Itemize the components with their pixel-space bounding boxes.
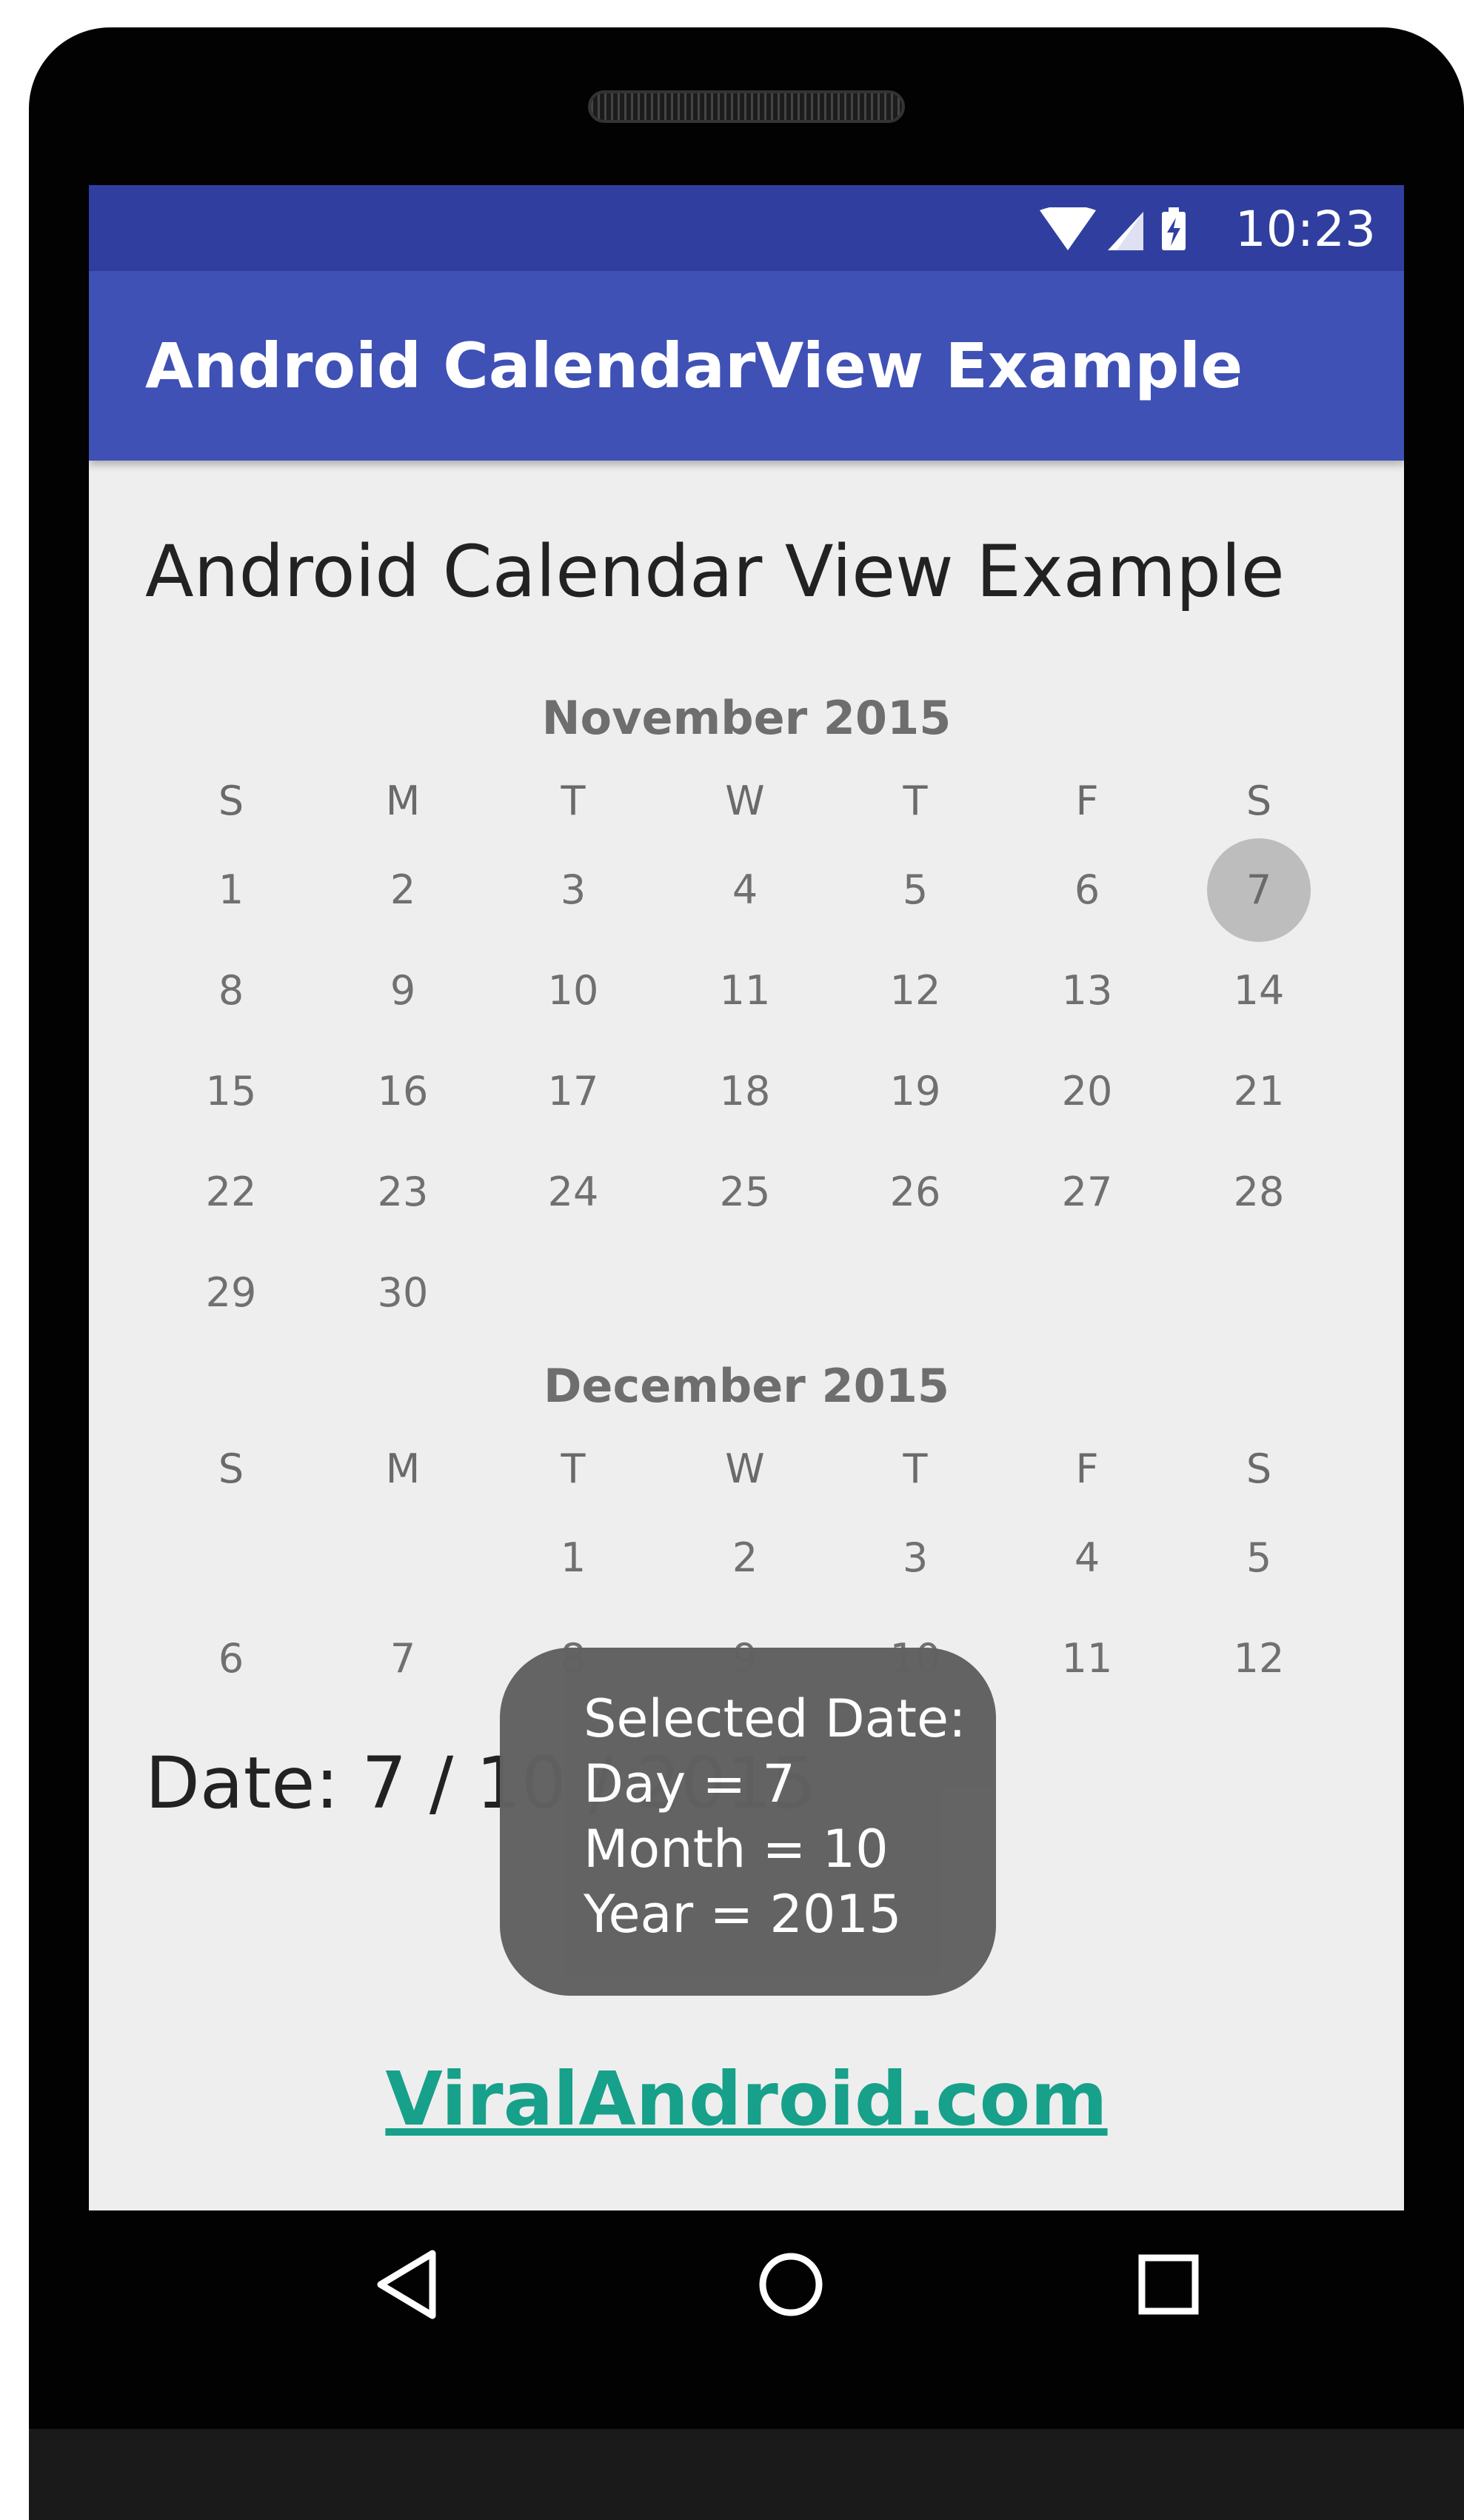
app-screen: 10:23 Android CalendarView Example Andro… [89,185,1404,2210]
weekday-label: T [561,778,586,824]
toast-line: Year = 2015 [584,1884,902,1945]
day-cell[interactable]: 19 [863,1040,967,1143]
day-cell[interactable]: 16 [351,1040,455,1143]
wifi-icon [1040,207,1096,250]
day-cell[interactable]: 3 [521,838,625,942]
day-cell[interactable]: 13 [1035,939,1139,1043]
day-cell[interactable]: 12 [1207,1607,1311,1711]
day-cell[interactable]: 10 [521,939,625,1043]
weekday-label: S [1246,778,1272,824]
day-cell[interactable]: 4 [1035,1506,1139,1610]
back-icon[interactable] [364,2240,453,2329]
day-cell[interactable]: 6 [179,1607,283,1711]
day-cell[interactable]: 2 [351,838,455,942]
day-cell[interactable]: 30 [351,1241,455,1345]
day-cell[interactable]: 29 [179,1241,283,1345]
weekday-label: W [725,778,765,824]
day-cell[interactable]: 20 [1035,1040,1139,1143]
day-cell[interactable]: 9 [351,939,455,1043]
day-cell[interactable]: 17 [521,1040,625,1143]
day-cell[interactable]: 8 [179,939,283,1043]
month-title: December 2015 [543,1359,950,1413]
weekday-label: T [903,1446,928,1492]
app-title: Android CalendarView Example [145,330,1243,402]
toast-line: Selected Date: [584,1688,966,1749]
weekday-label: T [903,778,928,824]
day-cell[interactable]: 3 [863,1506,967,1610]
recents-icon[interactable] [1124,2240,1213,2329]
day-cell[interactable]: 18 [693,1040,797,1143]
day-cell[interactable]: 5 [863,838,967,942]
weekday-label: T [561,1446,586,1492]
weekday-label: S [1246,1446,1272,1492]
weekday-label: M [385,778,421,824]
earpiece-speaker [588,90,905,123]
navigation-bar [89,2210,1404,2373]
toast-line: Day = 7 [584,1754,795,1814]
home-icon[interactable] [746,2240,835,2329]
app-bar: Android CalendarView Example [89,271,1404,461]
day-cell[interactable]: 21 [1207,1040,1311,1143]
day-cell[interactable]: 12 [863,939,967,1043]
day-cell[interactable]: 11 [1035,1607,1139,1711]
day-cell[interactable]: 28 [1207,1140,1311,1244]
weekday-label: M [385,1446,421,1492]
toast-popup: Selected Date: Day = 7 Month = 10 Year =… [500,1648,996,1996]
day-cell[interactable]: 2 [693,1506,797,1610]
day-cell[interactable]: 24 [521,1140,625,1244]
weekday-label: S [218,1446,244,1492]
phone-chin [29,2429,1464,2520]
toast-line: Month = 10 [584,1819,889,1879]
weekday-label: W [725,1446,765,1492]
weekday-label: F [1075,1446,1099,1492]
day-cell[interactable]: 15 [179,1040,283,1143]
day-cell[interactable]: 1 [179,838,283,942]
day-cell[interactable]: 25 [693,1140,797,1244]
page-heading: Android Calendar View Example [145,530,1285,613]
day-cell[interactable]: 27 [1035,1140,1139,1244]
day-cell[interactable]: 11 [693,939,797,1043]
day-cell[interactable]: 7 [351,1607,455,1711]
selected-day-cell[interactable]: 7 [1207,838,1311,942]
status-icons [1040,207,1186,250]
status-bar: 10:23 [89,185,1404,271]
weekday-label: F [1075,778,1099,824]
website-link[interactable]: ViralAndroid.com [89,2051,1404,2148]
day-cell[interactable]: 4 [693,838,797,942]
day-cell[interactable]: 5 [1207,1506,1311,1610]
month-title: November 2015 [541,691,952,745]
day-cell[interactable]: 26 [863,1140,967,1244]
day-cell[interactable]: 1 [521,1506,625,1610]
day-cell[interactable]: 6 [1035,838,1139,942]
day-cell[interactable]: 23 [351,1140,455,1244]
weekday-label: S [218,778,244,824]
battery-charging-icon [1162,207,1186,250]
day-cell[interactable]: 22 [179,1140,283,1244]
day-cell[interactable]: 14 [1207,939,1311,1043]
status-time: 10:23 [1234,201,1376,258]
